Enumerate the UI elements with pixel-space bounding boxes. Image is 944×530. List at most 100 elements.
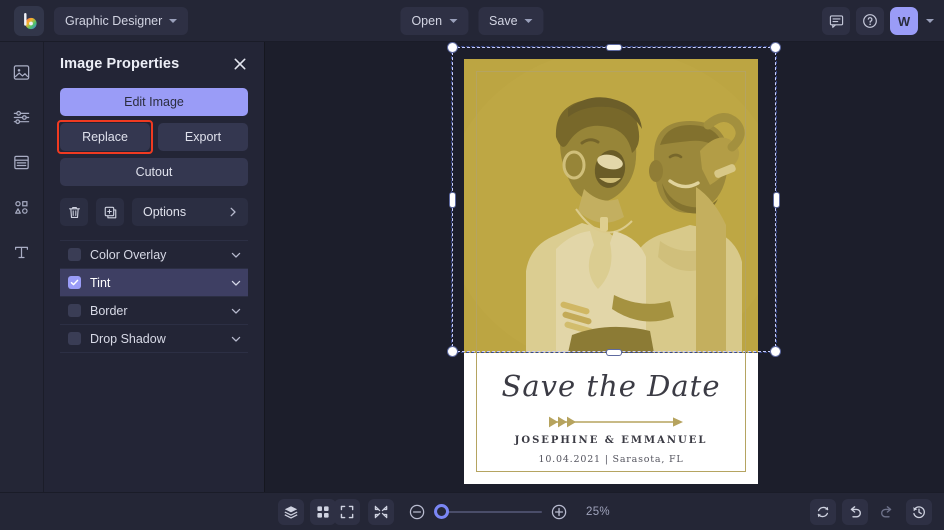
names-text[interactable]: JOSEPHINE & EMMANUEL: [464, 435, 758, 446]
sidebar-item-templates[interactable]: [8, 148, 36, 176]
panel-title: Image Properties: [60, 56, 179, 72]
selection-handle-right[interactable]: [774, 193, 779, 207]
check-icon: [70, 278, 79, 287]
chevron-down-icon: [525, 19, 533, 23]
selection-handle-bottom-left[interactable]: [448, 347, 457, 356]
redo-button[interactable]: [874, 499, 900, 525]
top-center-actions: Open Save: [400, 7, 543, 35]
image-icon: [12, 63, 31, 82]
effects-list: Color Overlay Tint: [60, 240, 248, 353]
chevron-down-icon: [169, 19, 177, 23]
selection-handle-top-right[interactable]: [771, 43, 780, 52]
top-bar: Graphic Designer Open Save: [0, 0, 944, 42]
undo-button[interactable]: [842, 499, 868, 525]
fit-screen-icon: [339, 504, 355, 520]
zoom-slider[interactable]: [434, 504, 542, 520]
effect-checkbox[interactable]: [68, 304, 81, 317]
delete-button[interactable]: [60, 198, 88, 226]
gold-arrow-icon: [531, 415, 691, 429]
redo-icon: [879, 504, 895, 520]
design-card-wrapper: Save the Date JOSEPHINE & EMMANUEL: [452, 47, 758, 484]
export-label: Export: [185, 130, 221, 144]
reset-button[interactable]: [810, 499, 836, 525]
layers-icon: [283, 504, 299, 520]
chevron-down-icon: [230, 333, 242, 345]
sidebar-item-image[interactable]: [8, 58, 36, 86]
sidebar-item-edit[interactable]: [8, 103, 36, 131]
undo-icon: [847, 504, 863, 520]
avatar[interactable]: W: [890, 7, 918, 35]
replace-export-row: Replace Export: [60, 123, 248, 151]
replace-label: Replace: [82, 130, 128, 144]
selection-handle-top[interactable]: [607, 45, 621, 50]
chevron-down-icon: [449, 19, 457, 23]
shapes-icon: [12, 198, 31, 217]
history-button[interactable]: [906, 499, 932, 525]
save-label: Save: [489, 14, 518, 28]
top-right-actions: W: [822, 0, 934, 42]
replace-button[interactable]: Replace: [60, 123, 150, 151]
mode-selector[interactable]: Graphic Designer: [54, 7, 188, 35]
zoom-slider-knob[interactable]: [434, 504, 449, 519]
zoom-level-label: 25%: [586, 506, 610, 518]
feedback-button[interactable]: [822, 7, 850, 35]
photo-layer[interactable]: [464, 59, 758, 353]
headline-text[interactable]: Save the Date: [464, 369, 758, 403]
cutout-button[interactable]: Cutout: [60, 158, 248, 186]
sidebar-item-text[interactable]: [8, 238, 36, 266]
fit-screen-button[interactable]: [334, 499, 360, 525]
collapse-view-button[interactable]: [368, 499, 394, 525]
selection-handle-left[interactable]: [450, 193, 455, 207]
chevron-right-icon: [227, 206, 239, 218]
collapse-icon: [373, 504, 389, 520]
sliders-icon: [12, 108, 31, 127]
effect-row-border[interactable]: Border: [60, 297, 248, 325]
effect-label: Tint: [90, 276, 221, 290]
layers-button[interactable]: [278, 499, 304, 525]
effect-row-color-overlay[interactable]: Color Overlay: [60, 241, 248, 269]
text-icon: [12, 243, 31, 262]
befunky-logo-icon: [19, 11, 39, 31]
close-panel-button[interactable]: [232, 56, 248, 72]
edit-image-label: Edit Image: [124, 95, 184, 109]
zoom-in-icon: [550, 503, 568, 521]
details-text[interactable]: 10.04.2021 | Sarasota, FL: [464, 454, 758, 465]
zoom-in-button[interactable]: [550, 503, 568, 521]
open-button[interactable]: Open: [400, 7, 468, 35]
design-card[interactable]: Save the Date JOSEPHINE & EMMANUEL: [464, 59, 758, 484]
duplicate-icon: [103, 205, 118, 220]
effect-checkbox[interactable]: [68, 248, 81, 261]
effect-row-drop-shadow[interactable]: Drop Shadow: [60, 325, 248, 353]
cutout-label: Cutout: [136, 165, 173, 179]
zoom-slider-track: [434, 511, 542, 513]
chevron-down-icon: [230, 305, 242, 317]
save-button[interactable]: Save: [478, 7, 544, 35]
sidebar-item-graphics[interactable]: [8, 193, 36, 221]
effect-checkbox[interactable]: [68, 276, 81, 289]
trash-icon: [67, 205, 82, 220]
grid-button[interactable]: [310, 499, 336, 525]
effect-row-tint[interactable]: Tint: [60, 269, 248, 297]
arrow-divider[interactable]: [464, 415, 758, 429]
selection-handle-top-left[interactable]: [448, 43, 457, 52]
options-button[interactable]: Options: [132, 198, 248, 226]
export-button[interactable]: Export: [158, 123, 248, 151]
chevron-down-icon: [230, 249, 242, 261]
edit-image-button[interactable]: Edit Image: [60, 88, 248, 116]
avatar-initial: W: [898, 14, 910, 29]
help-button[interactable]: [856, 7, 884, 35]
zoom-out-button[interactable]: [408, 503, 426, 521]
canvas-area[interactable]: Save the Date JOSEPHINE & EMMANUEL: [265, 42, 944, 492]
mode-label: Graphic Designer: [65, 14, 162, 28]
app-logo-button[interactable]: [14, 6, 44, 36]
chevron-down-icon: [230, 277, 242, 289]
effect-checkbox[interactable]: [68, 332, 81, 345]
duplicate-button[interactable]: [96, 198, 124, 226]
object-tools-row: Options: [60, 198, 248, 226]
selection-handle-bottom-right[interactable]: [771, 347, 780, 356]
effect-label: Border: [90, 304, 221, 318]
left-rail: [0, 42, 44, 492]
close-icon: [232, 56, 248, 72]
panel-header: Image Properties: [60, 56, 248, 72]
account-chevron-down-icon[interactable]: [926, 19, 934, 23]
